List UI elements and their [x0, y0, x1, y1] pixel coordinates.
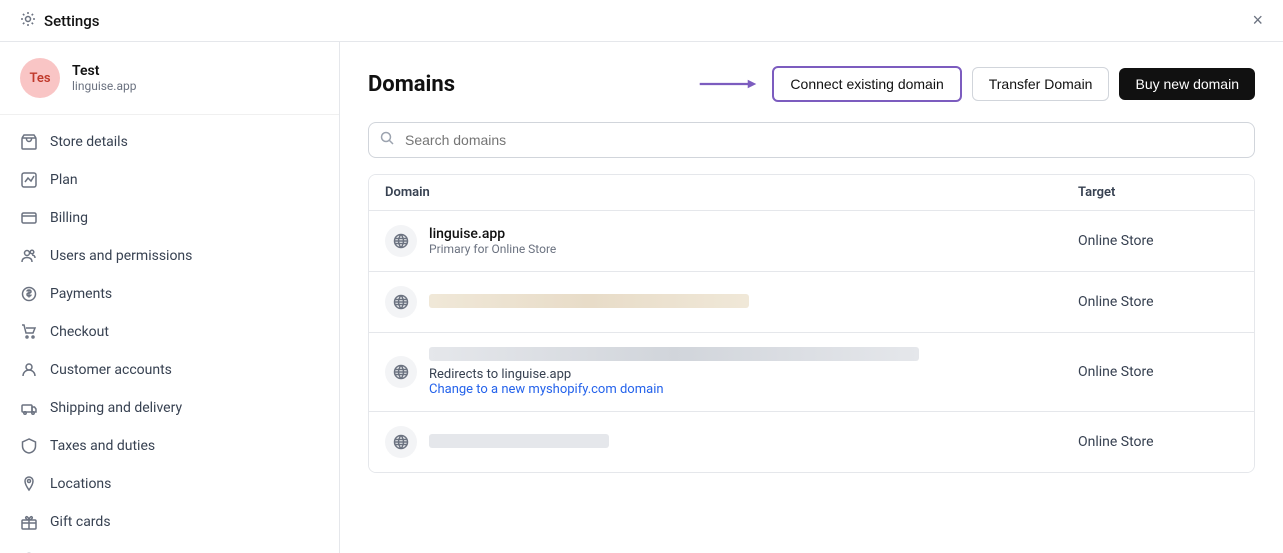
main-layout: Tes Test linguise.app Store details: [0, 42, 1283, 553]
sidebar-label-store-details: Store details: [50, 134, 128, 150]
table-row[interactable]: linguise.app Primary for Online Store On…: [369, 211, 1254, 272]
sidebar-item-store-details[interactable]: Store details: [0, 123, 339, 161]
domain-redirect: Redirects to linguise.app: [429, 367, 919, 382]
shipping-icon: [20, 399, 38, 417]
domain-cell: linguise.app Primary for Online Store: [385, 225, 1078, 257]
close-button[interactable]: ×: [1252, 10, 1263, 31]
store-icon: [20, 133, 38, 151]
domain-cell: [385, 426, 1078, 458]
app-title: Settings: [44, 12, 100, 30]
col-domain: Domain: [385, 185, 1078, 200]
blurred-domain-3: [429, 434, 609, 448]
table-row[interactable]: Online Store: [369, 412, 1254, 472]
app-header: Settings ×: [0, 0, 1283, 42]
nav-list: Store details Plan Bil: [0, 115, 339, 553]
globe-icon: [385, 286, 417, 318]
store-info: Test linguise.app: [72, 63, 136, 93]
target-cell: Online Store: [1078, 294, 1238, 310]
target-cell: Online Store: [1078, 364, 1238, 380]
gift-icon: [20, 513, 38, 531]
domain-info: linguise.app Primary for Online Store: [429, 226, 556, 256]
store-profile[interactable]: Tes Test linguise.app: [0, 42, 339, 115]
search-input[interactable]: [368, 122, 1255, 158]
page-header: Domains Connect existing domain Transfer…: [368, 66, 1255, 102]
domain-cell: Redirects to linguise.app Change to a ne…: [385, 347, 1078, 397]
domain-cell: [385, 286, 1078, 318]
sidebar-label-customer-accounts: Customer accounts: [50, 362, 172, 378]
store-name: Test: [72, 63, 136, 79]
globe-icon: [385, 225, 417, 257]
avatar: Tes: [20, 58, 60, 98]
search-icon: [380, 131, 394, 149]
chart-icon: [20, 171, 38, 189]
domain-link[interactable]: Change to a new myshopify.com domain: [429, 382, 919, 397]
search-container: [368, 122, 1255, 158]
globe-icon: [385, 356, 417, 388]
payments-icon: [20, 285, 38, 303]
sidebar-label-taxes-duties: Taxes and duties: [50, 438, 155, 454]
sidebar-item-markets[interactable]: Markets: [0, 541, 339, 553]
table-row[interactable]: Online Store: [369, 272, 1254, 333]
taxes-icon: [20, 437, 38, 455]
store-url: linguise.app: [72, 79, 136, 93]
table-header: Domain Target: [369, 175, 1254, 211]
blurred-domain-2: [429, 347, 919, 361]
connect-existing-domain-button[interactable]: Connect existing domain: [772, 66, 961, 102]
sidebar-label-checkout: Checkout: [50, 324, 109, 340]
sidebar-label-locations: Locations: [50, 476, 111, 492]
header-actions: Connect existing domain Transfer Domain …: [698, 66, 1255, 102]
domain-info-blurred: [429, 293, 749, 312]
sidebar-item-taxes-duties[interactable]: Taxes and duties: [0, 427, 339, 465]
domains-table: Domain Target linguise.app Primar: [368, 174, 1255, 473]
users-icon: [20, 247, 38, 265]
sidebar-item-customer-accounts[interactable]: Customer accounts: [0, 351, 339, 389]
sidebar-label-shipping-delivery: Shipping and delivery: [50, 400, 182, 416]
billing-icon: [20, 209, 38, 227]
arrow-annotation: [698, 74, 758, 94]
col-target: Target: [1078, 185, 1238, 200]
gear-icon: [20, 11, 36, 31]
sidebar-item-users-permissions[interactable]: Users and permissions: [0, 237, 339, 275]
main-content: Domains Connect existing domain Transfer…: [340, 42, 1283, 553]
sidebar-label-billing: Billing: [50, 210, 88, 226]
domain-info-blurred2: Redirects to linguise.app Change to a ne…: [429, 347, 919, 397]
buy-new-domain-button[interactable]: Buy new domain: [1119, 68, 1255, 100]
checkout-icon: [20, 323, 38, 341]
sidebar-item-checkout[interactable]: Checkout: [0, 313, 339, 351]
target-cell: Online Store: [1078, 434, 1238, 450]
header-left: Settings: [20, 11, 100, 31]
sidebar-label-users-permissions: Users and permissions: [50, 248, 192, 264]
target-cell: Online Store: [1078, 233, 1238, 249]
customer-icon: [20, 361, 38, 379]
sidebar-label-plan: Plan: [50, 172, 78, 188]
sidebar-item-shipping-delivery[interactable]: Shipping and delivery: [0, 389, 339, 427]
sidebar-item-billing[interactable]: Billing: [0, 199, 339, 237]
location-icon: [20, 475, 38, 493]
sidebar-item-payments[interactable]: Payments: [0, 275, 339, 313]
sidebar: Tes Test linguise.app Store details: [0, 42, 340, 553]
sidebar-item-locations[interactable]: Locations: [0, 465, 339, 503]
sidebar-label-gift-cards: Gift cards: [50, 514, 111, 530]
transfer-domain-button[interactable]: Transfer Domain: [972, 67, 1110, 101]
blurred-domain: [429, 294, 749, 308]
domain-info-blurred3: [429, 433, 609, 452]
page-title: Domains: [368, 72, 455, 97]
globe-icon: [385, 426, 417, 458]
domain-sub: Primary for Online Store: [429, 242, 556, 256]
domain-name: linguise.app: [429, 226, 556, 242]
sidebar-item-plan[interactable]: Plan: [0, 161, 339, 199]
sidebar-label-payments: Payments: [50, 286, 112, 302]
sidebar-item-gift-cards[interactable]: Gift cards: [0, 503, 339, 541]
table-row[interactable]: Redirects to linguise.app Change to a ne…: [369, 333, 1254, 412]
